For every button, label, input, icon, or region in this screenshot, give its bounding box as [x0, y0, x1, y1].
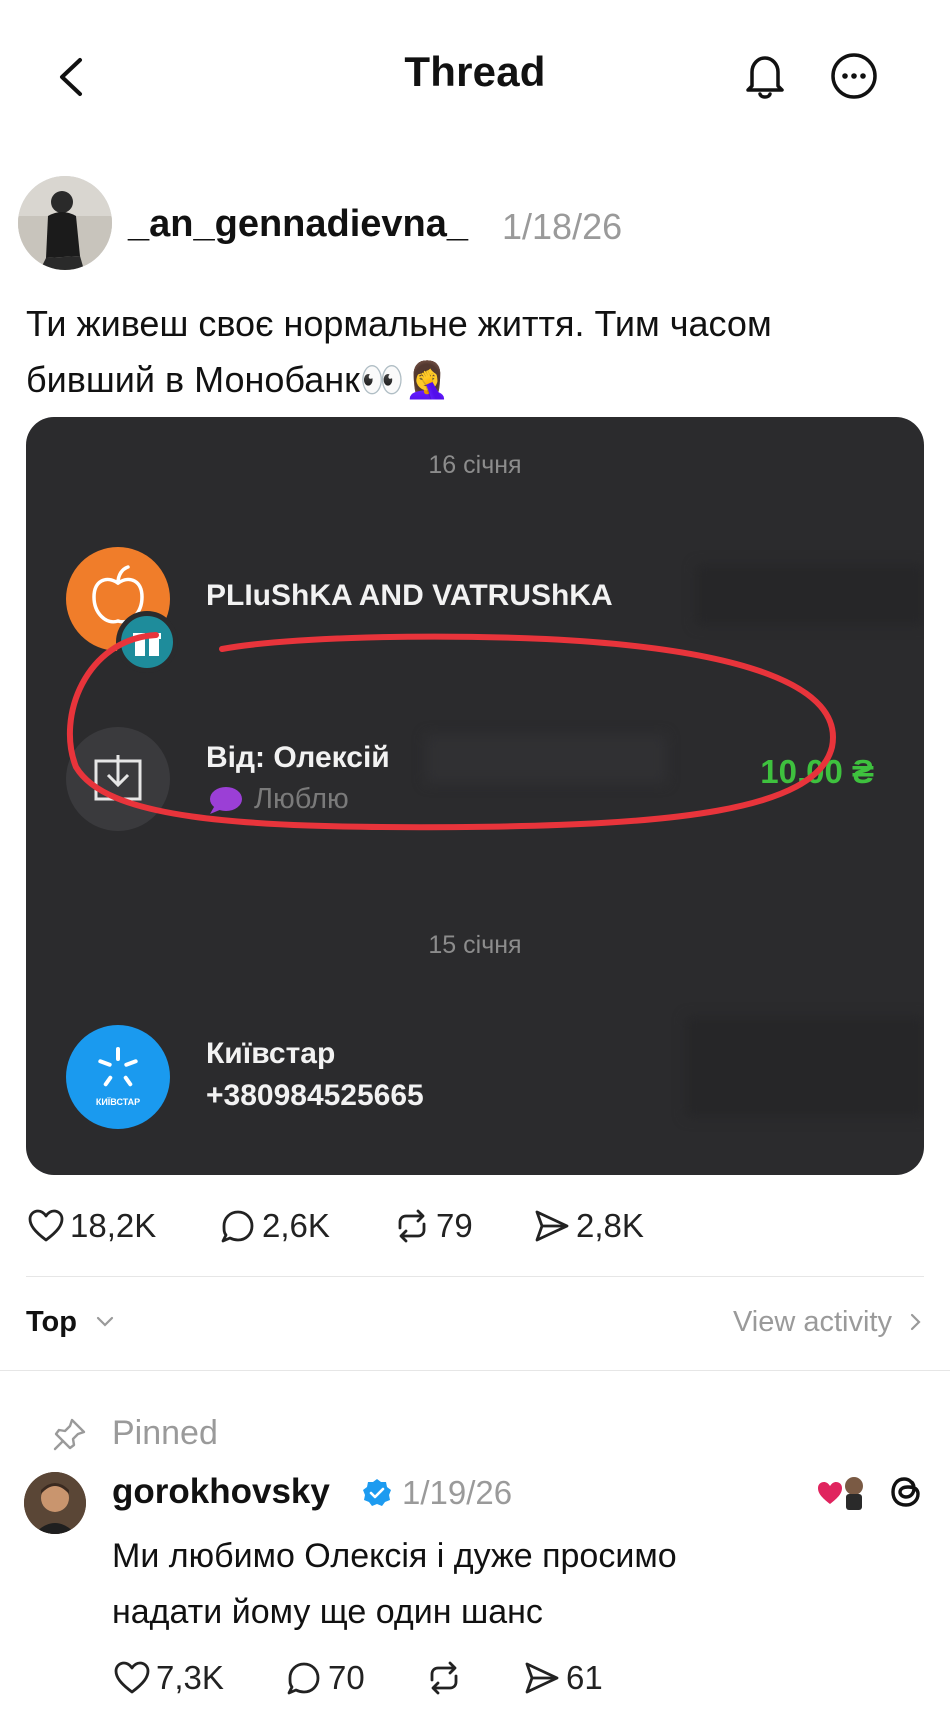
post-date: 1/18/26 — [502, 206, 623, 247]
post-text-line: Ти живеш своє нормальне життя. Тим часом — [26, 303, 772, 344]
pinned-label: Pinned — [112, 1414, 218, 1452]
transfer-message: Люблю — [254, 783, 349, 815]
liked-by-author-icon — [818, 1477, 863, 1510]
like-count: 18,2K — [70, 1207, 157, 1244]
repost-button[interactable]: 79 — [392, 1204, 473, 1248]
divider — [0, 1370, 950, 1371]
heart-icon — [28, 1209, 64, 1242]
comment-count: 2,6K — [262, 1207, 330, 1244]
comment-icon — [221, 1210, 254, 1243]
like-button[interactable]: 18,2K — [26, 1204, 156, 1248]
threads-logo-icon[interactable] — [884, 1470, 928, 1514]
contact-phone: +380984525665 — [206, 1079, 424, 1112]
comment-reply-count: 70 — [328, 1659, 365, 1696]
contact-name: Київстар — [206, 1037, 336, 1070]
repost-count: 79 — [436, 1207, 473, 1244]
author-username[interactable]: _an_gennadievna_ — [128, 203, 468, 246]
blurred-amount — [686, 1017, 924, 1117]
chevron-down-icon[interactable] — [94, 1308, 116, 1334]
kyivstar-logo: КИЇВСТАР — [66, 1025, 170, 1129]
page-title: Thread — [404, 48, 546, 95]
blurred-surname — [426, 735, 666, 783]
send-icon — [525, 1662, 559, 1694]
pin-icon — [53, 1418, 86, 1451]
comment-button[interactable]: 2,6K — [218, 1204, 330, 1248]
divider — [26, 1276, 924, 1277]
sender-name: Від: Олексій — [206, 741, 390, 774]
commenter-avatar[interactable] — [24, 1472, 86, 1534]
post-text: Ти живеш своє нормальне життя. Тим часом… — [26, 296, 926, 408]
sort-dropdown[interactable]: Top — [26, 1306, 77, 1339]
comment-reply-button[interactable]: 70 — [284, 1656, 365, 1700]
transfer-amount: 10.00 ₴ — [760, 753, 874, 790]
comment-date: 1/19/26 — [402, 1474, 513, 1511]
comment-repost-button[interactable] — [424, 1656, 464, 1700]
view-activity-link[interactable]: View activity — [733, 1306, 892, 1339]
incoming-transfer-icon — [66, 727, 170, 831]
comment-share-count: 61 — [566, 1659, 603, 1696]
author-avatar[interactable] — [18, 176, 112, 270]
share-button[interactable]: 2,8K — [532, 1204, 644, 1248]
comment-text-line: Ми любимо Олексія і дуже просимо — [112, 1537, 677, 1575]
merchant-name: PLIuShKA AND VATRUShKA — [206, 579, 613, 612]
blurred-amount — [696, 565, 924, 625]
message-bubble-icon — [210, 787, 242, 814]
repost-icon — [430, 1661, 458, 1695]
chevron-right-icon[interactable] — [906, 1310, 924, 1334]
heart-icon — [114, 1661, 150, 1694]
send-icon — [535, 1210, 569, 1242]
repost-icon — [398, 1209, 426, 1243]
post-text-line: бивший в Монобанк👀🤦‍♀️ — [26, 359, 450, 400]
commenter-username[interactable]: gorokhovsky — [112, 1472, 330, 1512]
comment-share-button[interactable]: 61 — [522, 1656, 603, 1700]
attached-image[interactable]: 16 січня PLIuShKA AND VATRUShKA Від: Оле… — [26, 417, 924, 1175]
comment-text-line: надати йому ще один шанс — [112, 1593, 543, 1631]
kyivstar-logo-text: КИЇВСТАР — [96, 1097, 140, 1107]
comment-icon — [287, 1662, 320, 1695]
date-separator: 16 січня — [428, 451, 522, 479]
more-options-icon[interactable] — [828, 50, 880, 102]
share-count: 2,8K — [576, 1207, 644, 1244]
comment-like-count: 7,3K — [156, 1659, 224, 1696]
gift-icon — [116, 611, 178, 673]
date-separator: 15 січня — [428, 931, 522, 959]
comment-text: Ми любимо Олексія і дуже просимо надати … — [112, 1528, 912, 1640]
top-bar: Thread — [0, 0, 950, 150]
comment-like-button[interactable]: 7,3K — [112, 1656, 224, 1700]
bell-icon[interactable] — [740, 50, 790, 102]
verified-badge-icon — [363, 1479, 391, 1506]
